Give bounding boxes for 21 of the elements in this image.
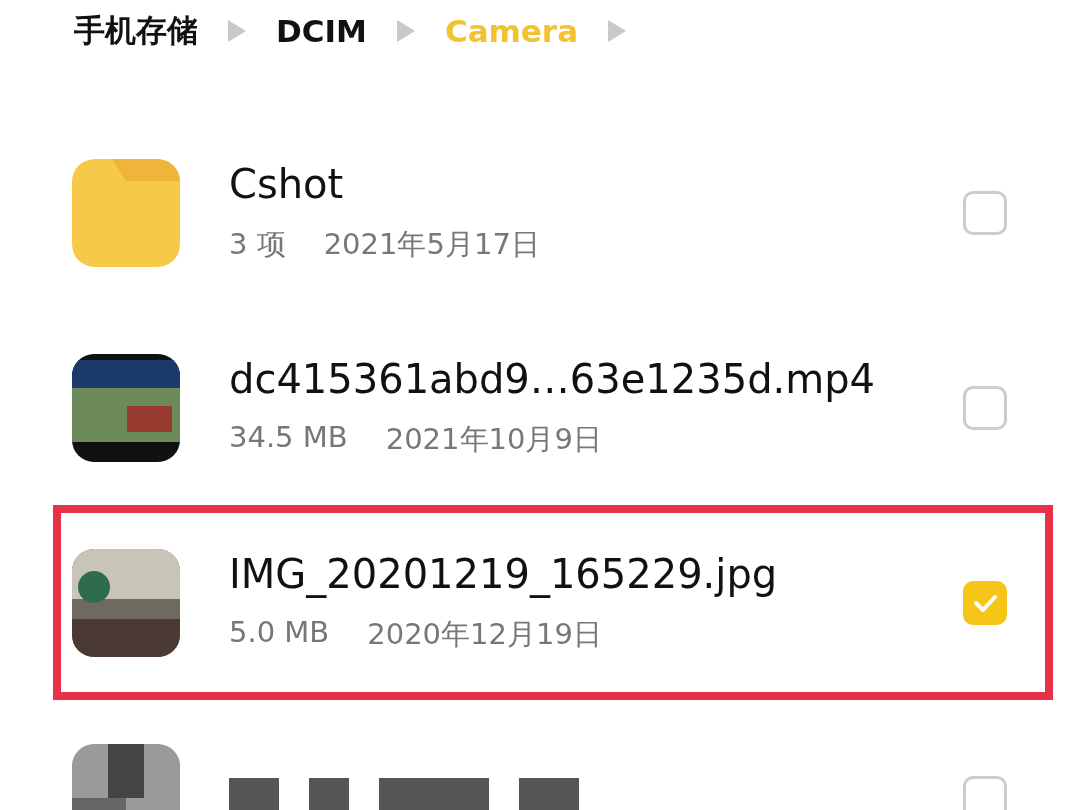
folder-icon xyxy=(72,158,180,267)
file-row[interactable]: dc415361abd9…63e1235d.mp4 34.5 MB 2021年10月9日 xyxy=(53,310,1053,505)
file-size: 34.5 MB xyxy=(229,419,348,456)
file-date: 2021年10月9日 xyxy=(385,420,602,458)
file-name: Cshot xyxy=(229,160,345,207)
file-name: IMG_20201219_165229.jpg xyxy=(229,550,779,597)
breadcrumb-item[interactable]: DCIM xyxy=(276,13,367,49)
checkbox[interactable] xyxy=(963,385,1007,430)
chevron-icon xyxy=(608,20,627,42)
file-date: 2020年12月19日 xyxy=(367,615,602,653)
file-size: 5.0 MB xyxy=(229,614,330,651)
checkbox[interactable] xyxy=(963,190,1007,235)
file-date: 2021年5月17日 xyxy=(323,225,540,263)
file-name: dc415361abd9…63e1235d.mp4 xyxy=(229,355,877,402)
checkbox[interactable] xyxy=(963,775,1007,810)
checkbox[interactable] xyxy=(963,580,1007,625)
chevron-icon xyxy=(228,20,246,42)
chevron-icon xyxy=(396,20,415,42)
file-row[interactable]: Cshot 3 项 2021年5月17日 xyxy=(53,115,1053,310)
breadcrumb-item[interactable]: 手机存储 xyxy=(74,10,198,52)
file-size: 3 项 xyxy=(229,225,286,263)
